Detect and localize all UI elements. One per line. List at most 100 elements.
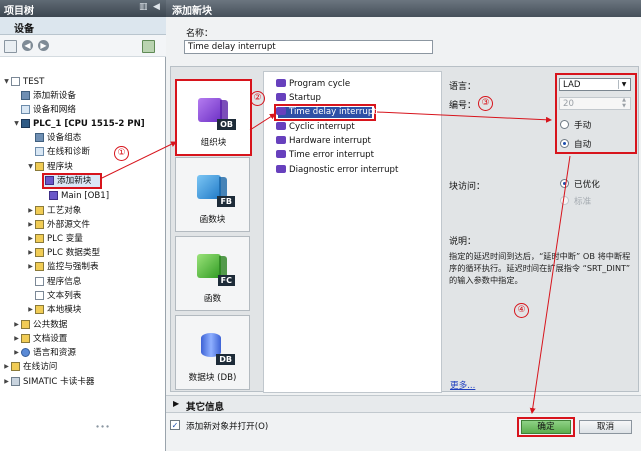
ok-button[interactable]: 确定 [521,420,571,434]
function-block-button[interactable]: FB 函数块 [175,157,250,232]
tree-item-plc[interactable]: ▼ PLC_1 [CPU 1515-2 PN] [13,118,145,130]
expand-right-icon[interactable]: ▶ [13,319,20,331]
annotation-number-2: ② [250,91,265,106]
folder-icon [35,262,44,271]
standard-label: 标准 [574,197,592,207]
function-label: 函数 [203,294,222,304]
expand-right-icon[interactable]: ▶ [27,247,34,259]
expand-down-icon[interactable]: ▼ [27,161,34,173]
expand-right-icon[interactable]: ▶ [13,347,20,359]
splitter-dots-icon[interactable]: ∙∙∙ [95,422,110,431]
folder-icon [35,234,44,243]
expand-down-icon[interactable]: ▼ [13,118,20,130]
device-config-icon [35,133,44,142]
tree-item-add-device[interactable]: 添加新设备 [13,90,76,102]
devices-tab[interactable]: 设备 [0,17,166,35]
ob-icon [276,136,286,144]
name-label: 名称： [186,29,214,39]
tree-item-program-blocks[interactable]: ▼ 程序块 [27,161,73,173]
expand-right-icon[interactable]: ▶ [173,399,179,408]
more-link[interactable]: 更多... [450,379,475,391]
data-block-label: 数据块 (DB) [188,373,237,383]
dock-icon[interactable]: ▥ [139,2,148,12]
tree-item-card-reader[interactable]: ▶ SIMATIC 卡读卡器 [3,376,95,388]
tree-item-test[interactable]: ▼ TEST [3,76,44,88]
tree-item-languages[interactable]: ▶ 语言和资源 [13,347,76,359]
program-info-icon [35,277,44,286]
expand-right-icon[interactable]: ▶ [3,376,10,388]
expand-down-icon[interactable]: ▼ [3,76,10,88]
cancel-button[interactable]: 取消 [579,420,632,434]
dialog-titlebar: 添加新块 [166,0,641,17]
ob-type-program-cycle[interactable]: Program cycle [276,78,350,91]
folder-icon [21,334,30,343]
tree-item-program-info[interactable]: 程序信息 [27,276,81,288]
additional-info-section[interactable]: ▶ 其它信息 [166,395,641,413]
folder-icon [35,248,44,257]
ob-icon [276,107,286,115]
tree-item-watch-force[interactable]: ▶ 监控与强制表 [27,261,99,273]
language-label: 语言： [449,82,477,92]
description-text: 指定的延迟时间到达后，“延时中断” OB 将中断程序的循环执行。延迟时间在扩展指… [449,251,631,285]
text-list-icon [35,291,44,300]
ob-type-cyclic-interrupt[interactable]: Cyclic interrupt [276,121,355,134]
annotation-number-1: ① [114,146,129,161]
tree-item-doc-settings[interactable]: ▶ 文档设置 [13,333,67,345]
folder-icon [35,305,44,314]
expand-right-icon[interactable]: ▶ [3,361,10,373]
tree-item-main-ob1[interactable]: Main [OB1] [41,190,109,202]
expand-right-icon[interactable]: ▶ [13,333,20,345]
block-name-input[interactable]: Time delay interrupt [184,40,433,54]
ob-cube-icon: OB [198,92,236,130]
ob-icon [276,93,286,101]
tree-item-online-access[interactable]: ▶ 在线访问 [3,361,57,373]
expand-right-icon[interactable]: ▶ [27,261,34,273]
expand-right-icon[interactable]: ▶ [27,205,34,217]
expand-right-icon[interactable]: ▶ [27,219,34,231]
tree-item-tech-objects[interactable]: ▶ 工艺对象 [27,205,81,217]
open-after-add-checkbox[interactable]: ✓ [170,420,180,430]
ob-type-time-error-interrupt[interactable]: Time error interrupt [276,149,374,162]
tree-item-device-config[interactable]: 设备组态 [27,132,81,144]
function-button[interactable]: FC 函数 [175,236,250,311]
network-view-icon[interactable] [142,40,155,53]
ob-type-diagnostic-error-interrupt[interactable]: Diagnostic error interrupt [276,164,398,177]
ob-type-time-delay-interrupt[interactable]: Time delay interrupt [276,106,377,119]
tree-item-plc-datatypes[interactable]: ▶ PLC 数据类型 [27,247,100,259]
ob-type-hardware-interrupt[interactable]: Hardware interrupt [276,135,371,148]
devices-tab-label: 设备 [14,24,34,35]
language-icon [21,348,30,357]
tree-item-online-diag[interactable]: 在线和诊断 [27,146,90,158]
collapse-left-icon[interactable]: ◀ [153,2,160,12]
forward-icon[interactable]: ▶ [38,40,49,51]
project-tree-title: 项目树 [4,6,34,17]
online-diagnostics-icon [35,147,44,156]
numbering-red-box [555,73,637,154]
tree-item-plc-tags[interactable]: ▶ PLC 变量 [27,233,83,245]
expand-right-icon[interactable]: ▶ [27,233,34,245]
ob-type-startup[interactable]: Startup [276,92,321,105]
folder-icon [21,320,30,329]
back-icon[interactable]: ◀ [22,40,33,51]
ob-icon [276,79,286,87]
grid-view-icon[interactable] [4,40,17,53]
project-tree-header: 项目树 ▥ ◀ [0,0,166,17]
ob-icon [276,122,286,130]
tree-item-external-sources[interactable]: ▶ 外部源文件 [27,219,90,231]
folder-icon [35,220,44,229]
data-block-button[interactable]: DB 数据块 (DB) [175,315,250,390]
annotation-number-3: ③ [478,96,493,111]
tree-item-devices-networks[interactable]: 设备和网络 [13,104,76,116]
add-device-icon [21,91,30,100]
plc-icon [21,119,30,128]
open-after-add-label: 添加新对象并打开(O) [186,422,269,432]
tree-item-add-new-block[interactable]: 添加新块 [37,175,91,187]
tree-item-text-lists[interactable]: 文本列表 [27,290,81,302]
organization-block-button[interactable]: OB 组织块 [175,79,252,156]
tree-item-common-data[interactable]: ▶ 公共数据 [13,319,67,331]
expand-right-icon[interactable]: ▶ [27,304,34,316]
tree-toolbar: ◀ ▶ [0,35,166,57]
optimized-radio[interactable] [560,179,569,188]
tree-item-local-modules[interactable]: ▶ 本地模块 [27,304,81,316]
description-label: 说明： [449,237,477,247]
